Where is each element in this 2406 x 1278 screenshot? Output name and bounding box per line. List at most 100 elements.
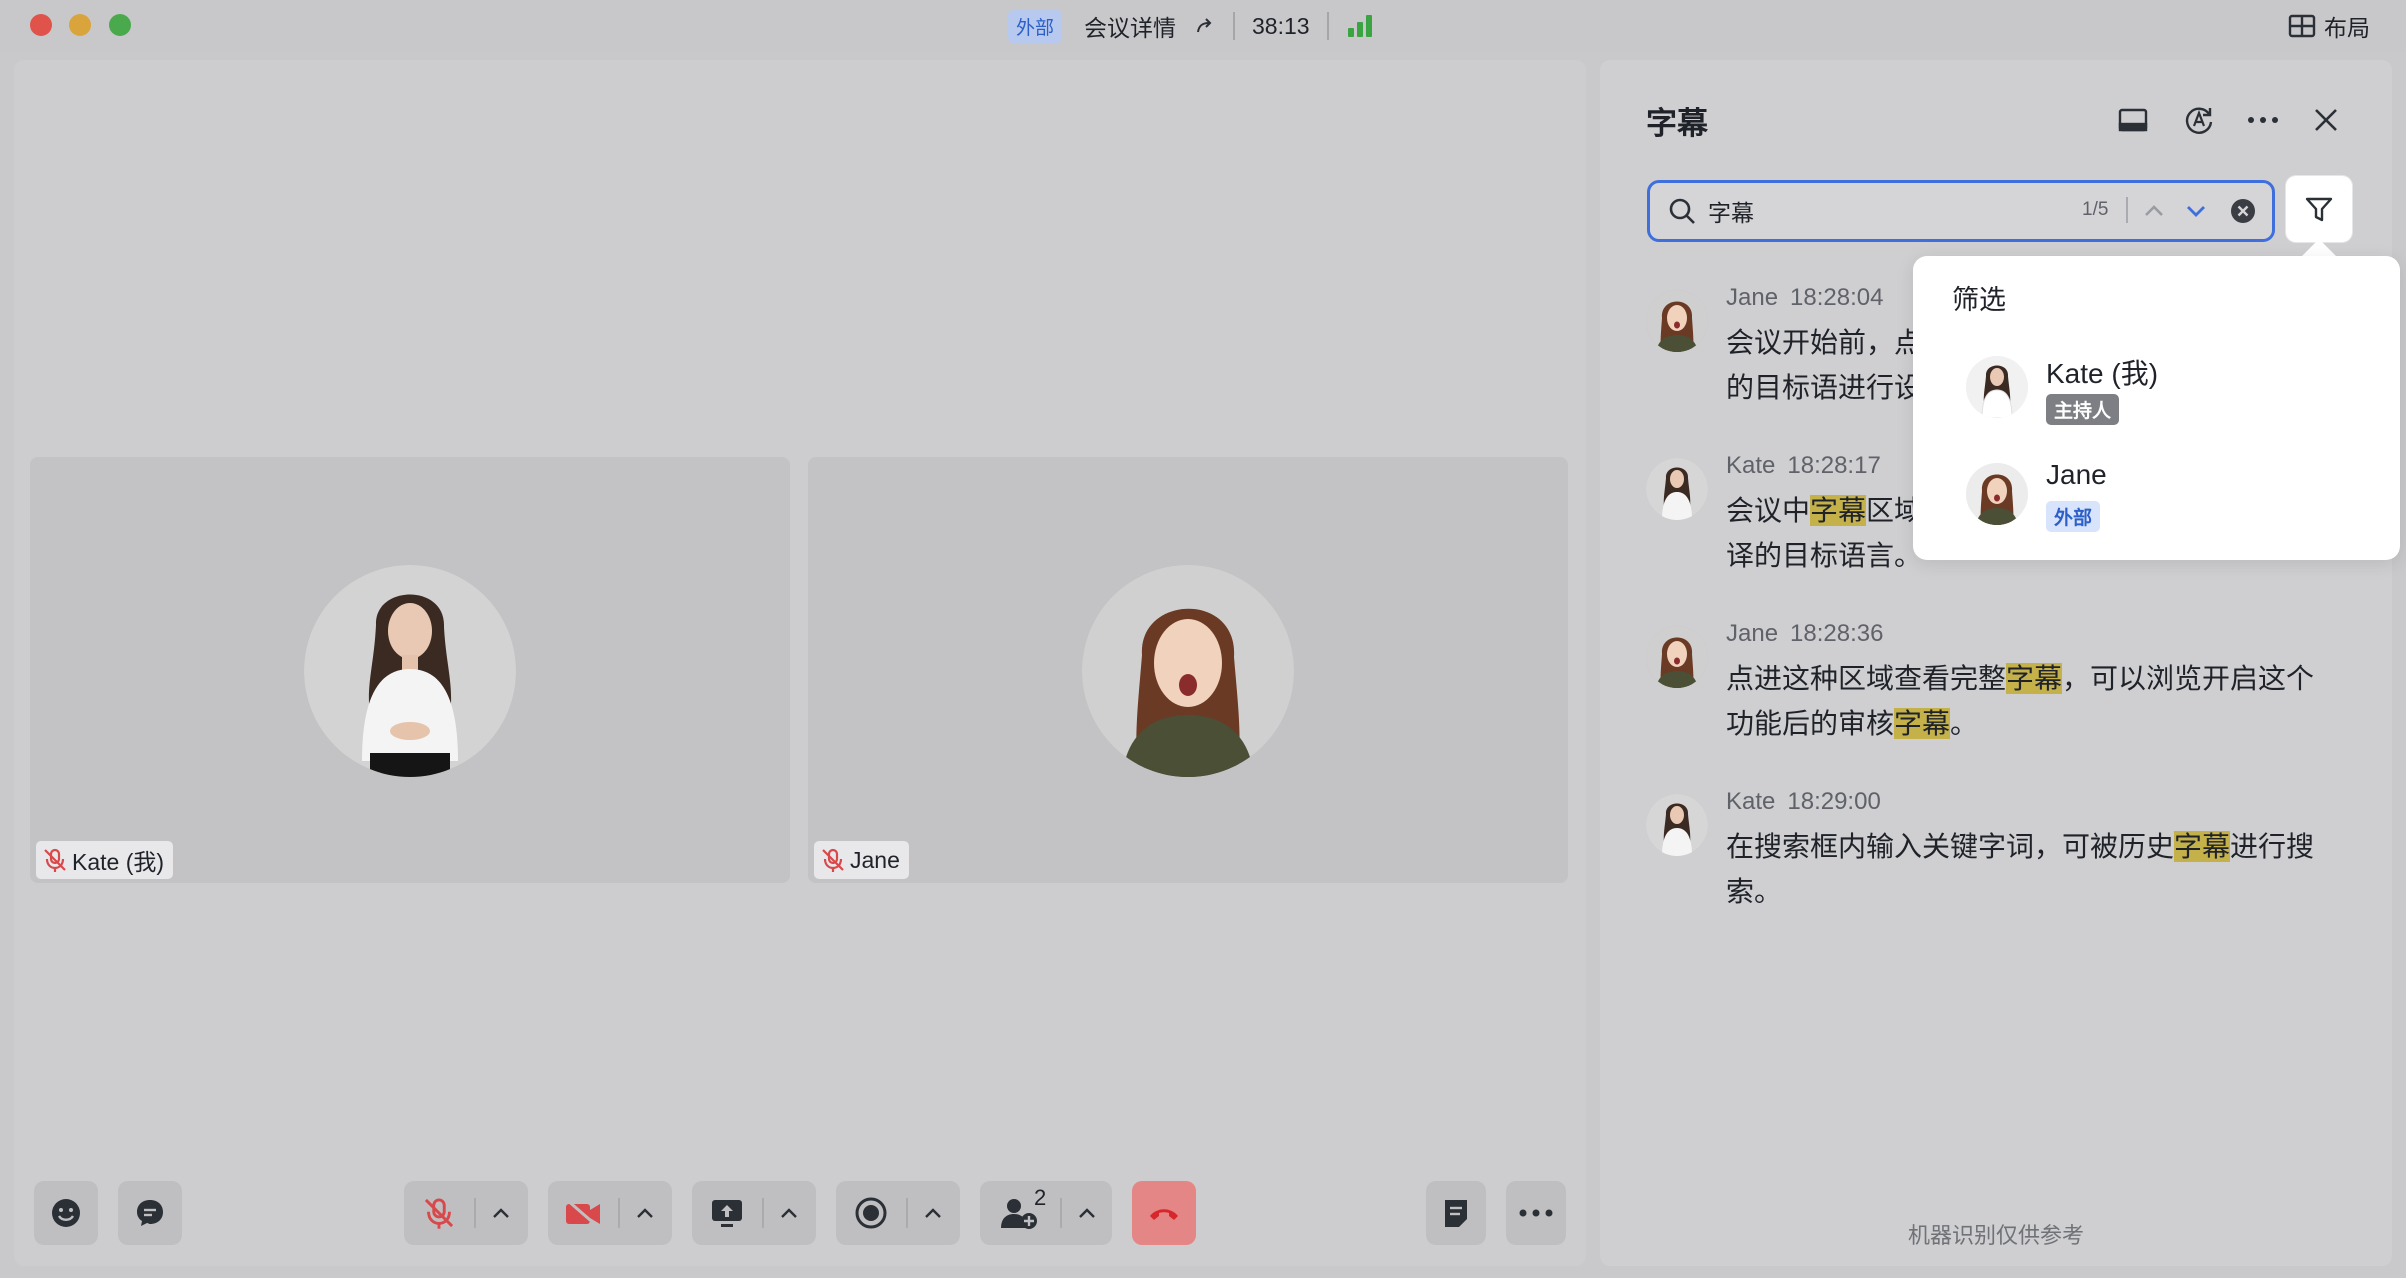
caption-time: 18:28:17 bbox=[1787, 452, 1881, 479]
more-button[interactable] bbox=[1506, 1181, 1566, 1245]
chevron-up-icon[interactable] bbox=[618, 1198, 670, 1228]
caption-search-box[interactable]: 1/5 bbox=[1647, 180, 2275, 242]
caption-fragment: 点进这种区域查看完整 bbox=[1726, 663, 2007, 694]
mic-muted-icon bbox=[42, 847, 68, 873]
chevron-up-icon[interactable] bbox=[1060, 1198, 1112, 1228]
participants-button[interactable]: 2 bbox=[980, 1181, 1112, 1245]
video-stage: Kate (我) Jane bbox=[14, 60, 1586, 1266]
external-badge: 外部 bbox=[1008, 9, 1063, 43]
filter-item-name: Kate (我) bbox=[2046, 358, 2159, 389]
search-input[interactable] bbox=[1708, 196, 2008, 226]
participant-name-tag: Kate (我) bbox=[36, 841, 174, 879]
layout-grid-icon bbox=[2288, 14, 2316, 38]
previous-result-icon[interactable] bbox=[2142, 199, 2166, 223]
participant-name-tag: Jane bbox=[814, 841, 909, 879]
chevron-up-icon[interactable] bbox=[906, 1198, 958, 1228]
filter-item-jane[interactable]: Jane 外部 bbox=[1966, 459, 2346, 543]
filter-button[interactable] bbox=[2286, 176, 2352, 242]
disclaimer: 机器识别仅供参考 bbox=[1907, 1223, 2084, 1248]
share-screen-button[interactable] bbox=[692, 1181, 816, 1245]
chevron-up-icon[interactable] bbox=[474, 1198, 526, 1228]
caption-meta: Kate 18:28:17 bbox=[1726, 452, 1881, 480]
external-badge: 外部 bbox=[2046, 501, 2101, 532]
end-call-icon bbox=[1132, 1181, 1196, 1245]
chevron-up-icon[interactable] bbox=[762, 1198, 814, 1228]
share-link-icon[interactable] bbox=[1194, 15, 1216, 37]
signal-strength-icon[interactable] bbox=[1346, 14, 1374, 38]
kate-avatar bbox=[304, 565, 516, 777]
caption-time: 18:28:04 bbox=[1790, 284, 1884, 311]
camera-off-icon bbox=[548, 1181, 618, 1245]
mic-muted-icon bbox=[404, 1181, 474, 1245]
host-badge: 主持人 bbox=[2046, 394, 2120, 425]
record-button[interactable] bbox=[836, 1181, 960, 1245]
popover-title: 筛选 bbox=[1952, 285, 2006, 315]
divider bbox=[2126, 197, 2128, 223]
jane-avatar bbox=[1646, 290, 1708, 352]
caption-fragment: 在搜索框内输入关键字词，可被历史 bbox=[1726, 831, 2175, 862]
jane-avatar bbox=[1646, 626, 1708, 688]
kate-avatar bbox=[1966, 356, 2028, 418]
close-window-button[interactable] bbox=[30, 14, 52, 36]
more-icon bbox=[1506, 1181, 1566, 1245]
caption-fragment: 会议中 bbox=[1726, 495, 1811, 526]
jane-avatar bbox=[1082, 565, 1294, 777]
speaker-name: Kate bbox=[1726, 452, 1776, 479]
notes-button[interactable] bbox=[1426, 1181, 1486, 1245]
video-tile-kate[interactable]: Kate (我) bbox=[30, 457, 790, 883]
meeting-info: 外部 会议详情 38:13 bbox=[1008, 8, 1374, 44]
video-tile-jane[interactable]: Jane bbox=[808, 457, 1568, 883]
zoom-window-button[interactable] bbox=[109, 14, 131, 36]
notes-icon bbox=[1426, 1181, 1486, 1245]
close-icon[interactable] bbox=[2306, 100, 2346, 140]
jane-avatar bbox=[1966, 463, 2028, 525]
caption-text[interactable]: 点进这种区域查看完整字幕，可以浏览开启这个功能后的审核字幕。 bbox=[1726, 656, 2326, 746]
speaker-name: Jane bbox=[1726, 284, 1779, 311]
caption-time: 18:28:36 bbox=[1790, 620, 1884, 647]
dock-panel-icon[interactable] bbox=[2113, 100, 2153, 140]
divider bbox=[1233, 12, 1236, 40]
search-highlight: 字幕 bbox=[1810, 495, 1867, 526]
search-result-count: 1/5 bbox=[2082, 199, 2109, 220]
caption-text[interactable]: 在搜索框内输入关键字词，可被历史字幕进行搜索。 bbox=[1726, 824, 2326, 914]
filter-icon bbox=[2304, 194, 2334, 224]
caption-message: Jane 18:28:36 点进这种区域查看完整字幕，可以浏览开启这个功能后的审核… bbox=[1646, 620, 2346, 750]
filter-item-name: Jane bbox=[2046, 459, 2107, 490]
kate-avatar bbox=[1646, 458, 1708, 520]
translate-icon[interactable] bbox=[2179, 100, 2219, 140]
caption-time: 18:29:00 bbox=[1787, 788, 1881, 815]
mic-muted-icon bbox=[820, 847, 846, 873]
chat-button[interactable] bbox=[118, 1181, 182, 1245]
caption-meta: Jane 18:28:36 bbox=[1726, 620, 1883, 648]
meeting-timer: 38:13 bbox=[1252, 12, 1310, 39]
speaker-name: Kate bbox=[1726, 788, 1776, 815]
clear-search-icon[interactable] bbox=[2230, 198, 2256, 224]
filter-item-kate[interactable]: Kate (我) 主持人 bbox=[1966, 356, 2346, 436]
chat-icon bbox=[118, 1181, 182, 1245]
participant-name: Kate (我) bbox=[72, 849, 165, 875]
speaker-name: Jane bbox=[1726, 620, 1779, 647]
caption-line: 的目标语进行设 bbox=[1726, 372, 1923, 403]
panel-title: 字幕 bbox=[1646, 106, 1708, 141]
search-highlight: 字幕 bbox=[1894, 708, 1951, 739]
layout-label: 布局 bbox=[2324, 15, 2370, 41]
search-highlight: 字幕 bbox=[2006, 663, 2063, 694]
caption-fragment: 译的目标语言。 bbox=[1726, 540, 1923, 571]
record-icon bbox=[836, 1181, 906, 1245]
more-options-icon[interactable] bbox=[2243, 100, 2283, 140]
search-highlight: 字幕 bbox=[2174, 831, 2231, 862]
participants-count: 2 bbox=[1034, 1185, 1047, 1210]
caption-meta: Jane 18:28:04 bbox=[1726, 284, 1883, 312]
camera-button[interactable] bbox=[548, 1181, 672, 1245]
mic-button[interactable] bbox=[404, 1181, 528, 1245]
layout-button[interactable]: 布局 bbox=[2288, 9, 2370, 43]
meeting-details-link[interactable]: 会议详情 bbox=[1084, 9, 1176, 43]
minimize-window-button[interactable] bbox=[69, 14, 91, 36]
caption-meta: Kate 18:29:00 bbox=[1726, 788, 1881, 816]
next-result-icon[interactable] bbox=[2184, 199, 2208, 223]
share-screen-icon bbox=[692, 1181, 762, 1245]
end-call-button[interactable] bbox=[1132, 1181, 1196, 1245]
reactions-button[interactable] bbox=[34, 1181, 98, 1245]
caption-fragment: 。 bbox=[1950, 708, 1979, 739]
emoji-icon bbox=[34, 1181, 98, 1245]
